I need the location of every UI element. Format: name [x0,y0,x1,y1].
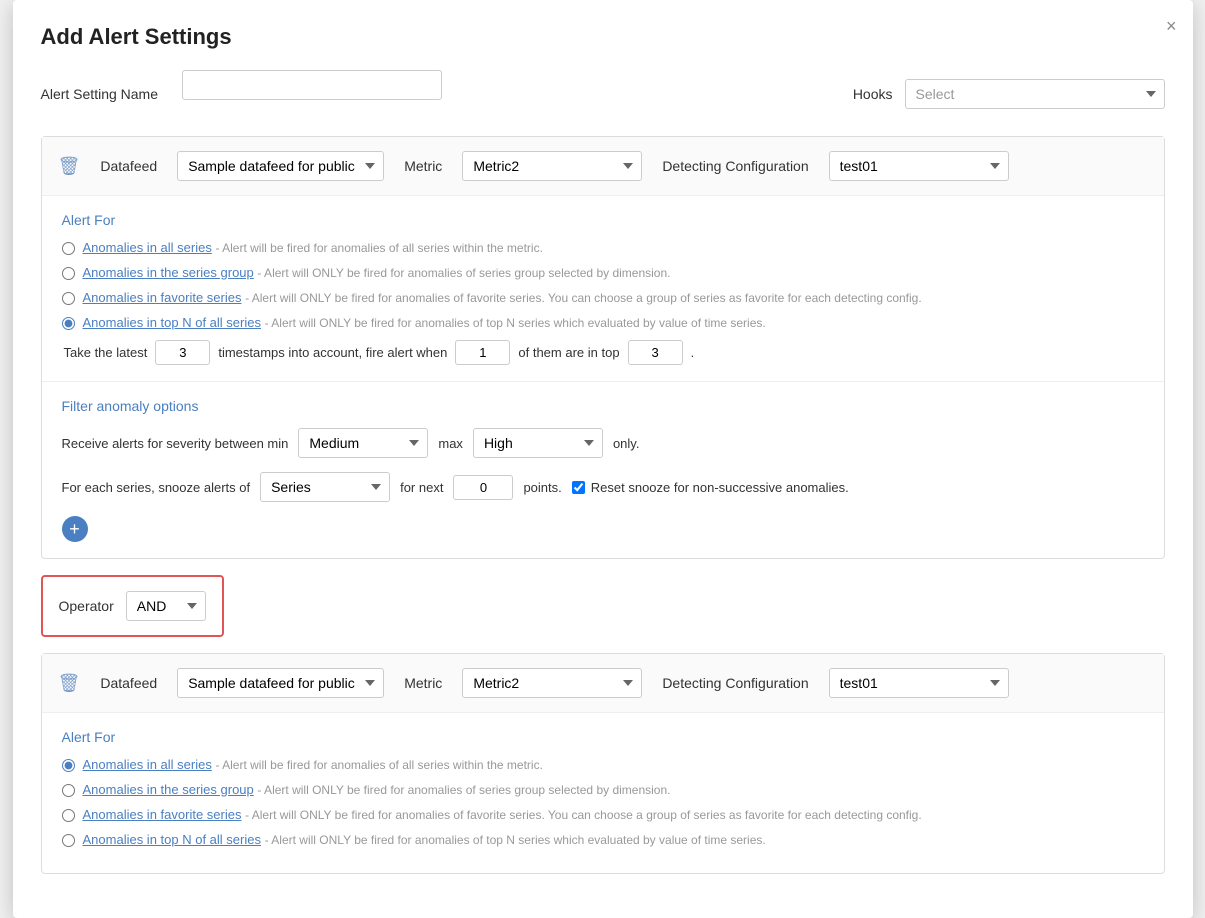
detecting-label-1: Detecting Configuration [662,158,808,174]
radio-top-n-label-2: Anomalies in top N of all series [83,832,261,847]
operator-select[interactable]: AND OR [126,591,206,621]
radio-series-group-input-1[interactable] [62,267,75,280]
radio-all-series-desc-1: - Alert will be fired for anomalies of a… [215,241,542,255]
delete-config-1-icon[interactable]: 🗑 [58,156,81,177]
radio-series-group-input-2[interactable] [62,784,75,797]
metric-label-2: Metric [404,675,442,691]
timestamps-row-1: Take the latest timestamps into account,… [62,340,1144,365]
add-filter-button-1[interactable]: + [62,516,88,542]
radio-top-n-input-1[interactable] [62,317,75,330]
detecting-label-2: Detecting Configuration [662,675,808,691]
add-alert-modal: × Add Alert Settings Alert Setting Name … [13,0,1193,918]
radio-top-n-input-2[interactable] [62,834,75,847]
severity-row-1: Receive alerts for severity between min … [62,428,1144,458]
radio-all-series-1: Anomalies in all series - Alert will be … [62,240,1144,255]
close-button[interactable]: × [1166,16,1177,37]
alert-for-section-2: Alert For Anomalies in all series - Aler… [42,713,1164,873]
radio-top-n-1: Anomalies in top N of all series - Alert… [62,315,1144,330]
radio-series-group-label-2: Anomalies in the series group [83,782,254,797]
hooks-select[interactable]: Select [905,79,1165,109]
radio-series-group-1: Anomalies in the series group - Alert wi… [62,265,1144,280]
radio-series-group-2: Anomalies in the series group - Alert wi… [62,782,1144,797]
top-row: Alert Setting Name Hooks Select [41,70,1165,118]
radio-top-n-2: Anomalies in top N of all series - Alert… [62,832,1144,847]
filter-section-1: Filter anomaly options Receive alerts fo… [42,381,1164,558]
severity-max-label-1: max [438,436,463,451]
detecting-select-2[interactable]: test01 [829,668,1009,698]
snooze-prefix-1: For each series, snooze alerts of [62,480,251,495]
radio-top-n-label-1: Anomalies in top N of all series [83,315,261,330]
datafeed-label-1: Datafeed [100,158,157,174]
snooze-type-select-1[interactable]: Series Metric All [260,472,390,502]
radio-favorite-series-input-2[interactable] [62,809,75,822]
radio-all-series-input-1[interactable] [62,242,75,255]
radio-favorite-series-input-1[interactable] [62,292,75,305]
reset-snooze-checkbox-1[interactable] [572,481,585,494]
operator-row: Operator AND OR [41,575,224,637]
detecting-select-1[interactable]: test01 [829,151,1009,181]
alert-for-title-1: Alert For [62,212,1144,228]
severity-min-select-1[interactable]: Medium Low High Critical [298,428,428,458]
metric-label-1: Metric [404,158,442,174]
radio-all-series-label-2: Anomalies in all series [83,757,212,772]
metric-select-2[interactable]: Metric2 [462,668,642,698]
timestamps-prefix-1: Take the latest [64,345,148,360]
name-label: Alert Setting Name [41,86,159,102]
timestamps-val3-input[interactable] [628,340,683,365]
radio-favorite-series-label-1: Anomalies in favorite series [83,290,242,305]
radio-series-group-desc-2: - Alert will ONLY be fired for anomalies… [257,783,670,797]
snooze-val-input-1[interactable] [453,475,513,500]
modal-title: Add Alert Settings [41,24,1165,50]
severity-max-select-1[interactable]: High Low Medium Critical [473,428,603,458]
severity-prefix-1: Receive alerts for severity between min [62,436,289,451]
operator-label: Operator [59,598,114,614]
radio-favorite-series-desc-1: - Alert will ONLY be fired for anomalies… [245,291,922,305]
radio-favorite-series-desc-2: - Alert will ONLY be fired for anomalies… [245,808,922,822]
metric-select-1[interactable]: Metric2 [462,151,642,181]
hooks-section: Hooks Select [853,79,1165,109]
radio-favorite-series-2: Anomalies in favorite series - Alert wil… [62,807,1144,822]
snooze-for-next-1: for next [400,480,443,495]
severity-suffix-1: only. [613,436,640,451]
radio-all-series-2: Anomalies in all series - Alert will be … [62,757,1144,772]
alert-setting-name-input[interactable] [182,70,442,100]
config-block-1: 🗑 Datafeed Sample datafeed for public Me… [41,136,1165,559]
snooze-row-1: For each series, snooze alerts of Series… [62,472,1144,502]
radio-series-group-desc-1: - Alert will ONLY be fired for anomalies… [257,266,670,280]
datafeed-select-1[interactable]: Sample datafeed for public [177,151,384,181]
timestamps-val1-input[interactable] [155,340,210,365]
timestamps-dot-1: . [691,345,695,360]
radio-favorite-series-1: Anomalies in favorite series - Alert wil… [62,290,1144,305]
datafeed-select-2[interactable]: Sample datafeed for public [177,668,384,698]
hooks-label: Hooks [853,86,893,102]
radio-series-group-label-1: Anomalies in the series group [83,265,254,280]
timestamps-mid-1: timestamps into account, fire alert when [218,345,447,360]
timestamps-val2-input[interactable] [455,340,510,365]
snooze-suffix-1: points. [523,480,561,495]
reset-snooze-text-1: Reset snooze for non-successive anomalie… [591,480,849,495]
radio-all-series-label-1: Anomalies in all series [83,240,212,255]
config-header-2: 🗑 Datafeed Sample datafeed for public Me… [42,654,1164,713]
datafeed-label-2: Datafeed [100,675,157,691]
radio-all-series-input-2[interactable] [62,759,75,772]
config-header-1: 🗑 Datafeed Sample datafeed for public Me… [42,137,1164,196]
alert-for-section-1: Alert For Anomalies in all series - Aler… [42,196,1164,381]
radio-favorite-series-label-2: Anomalies in favorite series [83,807,242,822]
reset-snooze-label-1[interactable]: Reset snooze for non-successive anomalie… [572,480,849,495]
radio-all-series-desc-2: - Alert will be fired for anomalies of a… [215,758,542,772]
filter-title-1: Filter anomaly options [62,398,1144,414]
radio-top-n-desc-2: - Alert will ONLY be fired for anomalies… [265,833,766,847]
radio-top-n-desc-1: - Alert will ONLY be fired for anomalies… [265,316,766,330]
config-block-2: 🗑 Datafeed Sample datafeed for public Me… [41,653,1165,874]
alert-for-title-2: Alert For [62,729,1144,745]
timestamps-suffix-1: of them are in top [518,345,619,360]
delete-config-2-icon[interactable]: 🗑 [58,673,81,694]
